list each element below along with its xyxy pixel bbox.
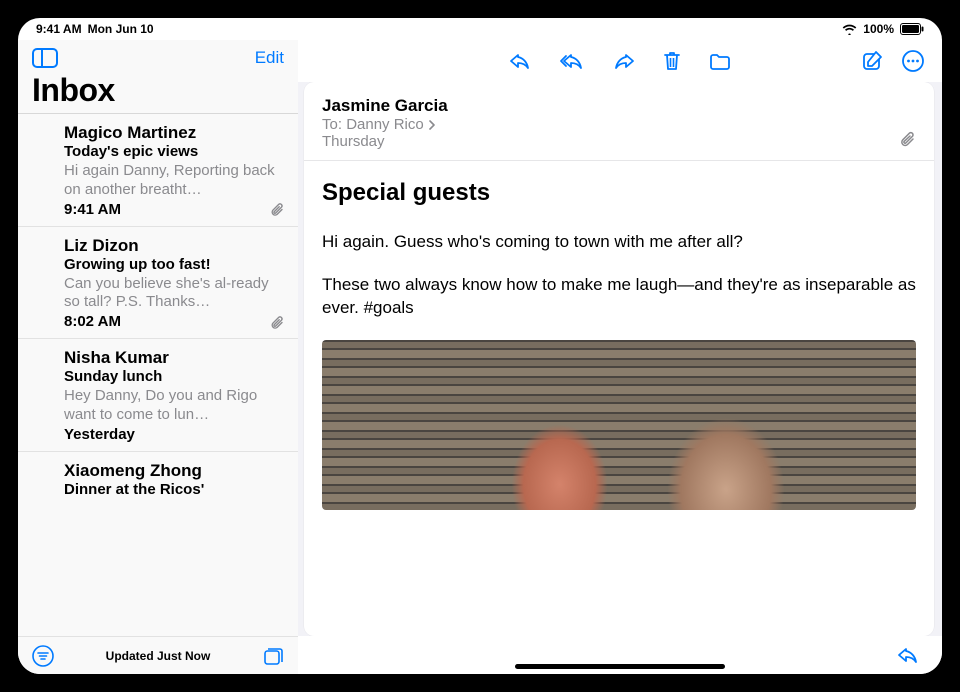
list-item-sender: Magico Martinez <box>64 122 284 143</box>
message-date: Thursday <box>322 133 916 150</box>
paperclip-icon <box>900 130 916 148</box>
sync-status: Updated Just Now <box>106 649 211 663</box>
reply-button[interactable] <box>508 51 532 71</box>
forward-button[interactable] <box>612 51 636 71</box>
attachment-image[interactable] <box>322 340 916 510</box>
compose-stack-button[interactable] <box>262 645 284 667</box>
reply-all-button[interactable] <box>558 51 586 71</box>
message-body[interactable]: Special guests Hi again. Guess who's com… <box>304 161 934 636</box>
message-toolbar <box>298 40 942 82</box>
list-item-sender: Xiaomeng Zhong <box>64 460 284 481</box>
list-item-preview: Hi again Danny, Reporting back on anothe… <box>64 162 284 200</box>
message-paragraph: These two always know how to make me lau… <box>322 274 916 320</box>
edit-button[interactable]: Edit <box>255 48 284 68</box>
home-indicator[interactable] <box>515 664 725 669</box>
paperclip-icon <box>270 201 284 217</box>
list-item-time: 9:41 AM <box>64 201 121 218</box>
list-item-sender: Liz Dizon <box>64 235 284 256</box>
compose-button[interactable] <box>862 50 884 72</box>
list-item-subject: Today's epic views <box>64 143 284 162</box>
list-item-subject: Growing up too fast! <box>64 256 284 275</box>
chevron-right-icon <box>428 120 436 130</box>
trash-button[interactable] <box>662 50 682 72</box>
list-item-preview: Can you believe she's al-ready so tall? … <box>64 275 284 313</box>
message-header[interactable]: Jasmine Garcia To: Danny Rico Thursday <box>304 82 934 161</box>
battery-icon <box>900 23 924 35</box>
wifi-icon <box>842 24 857 35</box>
move-button[interactable] <box>708 51 732 71</box>
list-item-preview: Hey Danny, Do you and Rigo want to come … <box>64 387 284 425</box>
list-item[interactable]: Nisha Kumar Sunday lunch Hey Danny, Do y… <box>18 339 298 452</box>
list-item-time: 8:02 AM <box>64 313 121 330</box>
message-paragraph: Hi again. Guess who's coming to town wit… <box>322 231 916 254</box>
mailbox-sidebar: Edit Inbox Magico Martinez Today's epic … <box>18 40 298 674</box>
paperclip-icon <box>270 314 284 330</box>
list-item-time: Yesterday <box>64 426 135 443</box>
list-item[interactable]: Magico Martinez Today's epic views Hi ag… <box>18 114 298 227</box>
filter-button[interactable] <box>32 645 54 667</box>
message-pane: Jasmine Garcia To: Danny Rico Thursday <box>298 40 942 674</box>
list-item[interactable]: Liz Dizon Growing up too fast! Can you b… <box>18 227 298 340</box>
sidebar-toggle-button[interactable] <box>32 48 58 68</box>
status-time: 9:41 AM <box>36 22 82 36</box>
message-card: Jasmine Garcia To: Danny Rico Thursday <box>304 82 934 636</box>
reply-quick-button[interactable] <box>896 645 920 665</box>
list-item[interactable]: Xiaomeng Zhong Dinner at the Ricos' <box>18 452 298 508</box>
message-to: Danny Rico <box>346 116 424 133</box>
message-subject: Special guests <box>322 179 916 207</box>
more-button[interactable] <box>902 50 924 72</box>
to-label: To: <box>322 116 342 133</box>
list-item-sender: Nisha Kumar <box>64 347 284 368</box>
list-item-subject: Sunday lunch <box>64 368 284 387</box>
list-item-subject: Dinner at the Ricos' <box>64 481 284 500</box>
message-list[interactable]: Magico Martinez Today's epic views Hi ag… <box>18 113 298 636</box>
battery-pct: 100% <box>863 22 894 36</box>
message-from: Jasmine Garcia <box>322 96 916 116</box>
mailbox-title: Inbox <box>18 72 298 113</box>
status-date: Mon Jun 10 <box>88 22 154 36</box>
status-bar: 9:41 AM Mon Jun 10 100% <box>18 18 942 40</box>
